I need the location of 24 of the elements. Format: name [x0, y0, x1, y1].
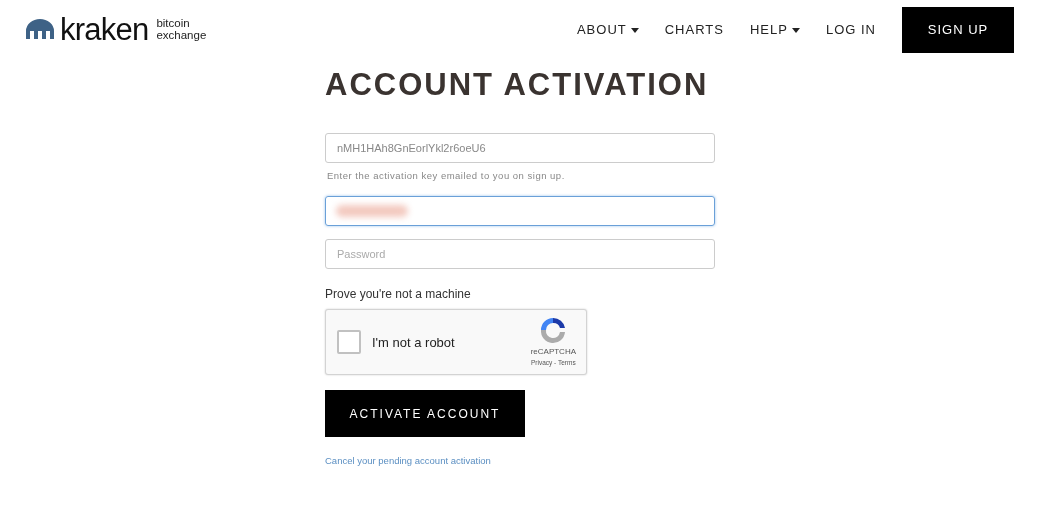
logo-tagline: bitcoin — [156, 17, 191, 29]
activate-account-button[interactable]: ACTIVATE ACCOUNT — [325, 390, 525, 438]
logo-wordmark: kraken — [60, 13, 149, 45]
nav-link[interactable]: CHARTS — [664, 20, 724, 40]
captcha-prompt: Prove you're not a machine — [325, 286, 472, 304]
signup-button[interactable]: SIGN UP — [902, 7, 1014, 53]
recaptcha-brand: reCAPTCHA — [530, 346, 576, 359]
captcha-label: I'm not a robot — [372, 333, 456, 352]
caret-icon — [630, 27, 639, 33]
nav-link[interactable]: HELP — [749, 20, 800, 40]
recaptcha-icon — [539, 316, 568, 345]
redacted-text — [336, 205, 408, 218]
email-field[interactable] — [325, 196, 715, 227]
activation-key-field[interactable]: nMH1HAh8GnEorlYkl2r6oeU6 — [325, 133, 715, 163]
caret-icon — [791, 27, 800, 33]
nav-link[interactable]: ABOUT — [576, 20, 639, 40]
page-title: ACCOUNT ACTIVATION — [325, 67, 709, 103]
cancel-link[interactable]: Cancel your pending account activation — [325, 454, 715, 469]
nav-link[interactable]: LOG IN — [825, 20, 876, 40]
password-field[interactable]: Password — [325, 239, 715, 270]
logo-tagline: exchange — [156, 29, 207, 41]
field-hint: Enter the activation key emailed to you on sign up. — [327, 169, 566, 183]
captcha-checkbox[interactable] — [337, 330, 361, 355]
logo-icon — [26, 19, 54, 39]
